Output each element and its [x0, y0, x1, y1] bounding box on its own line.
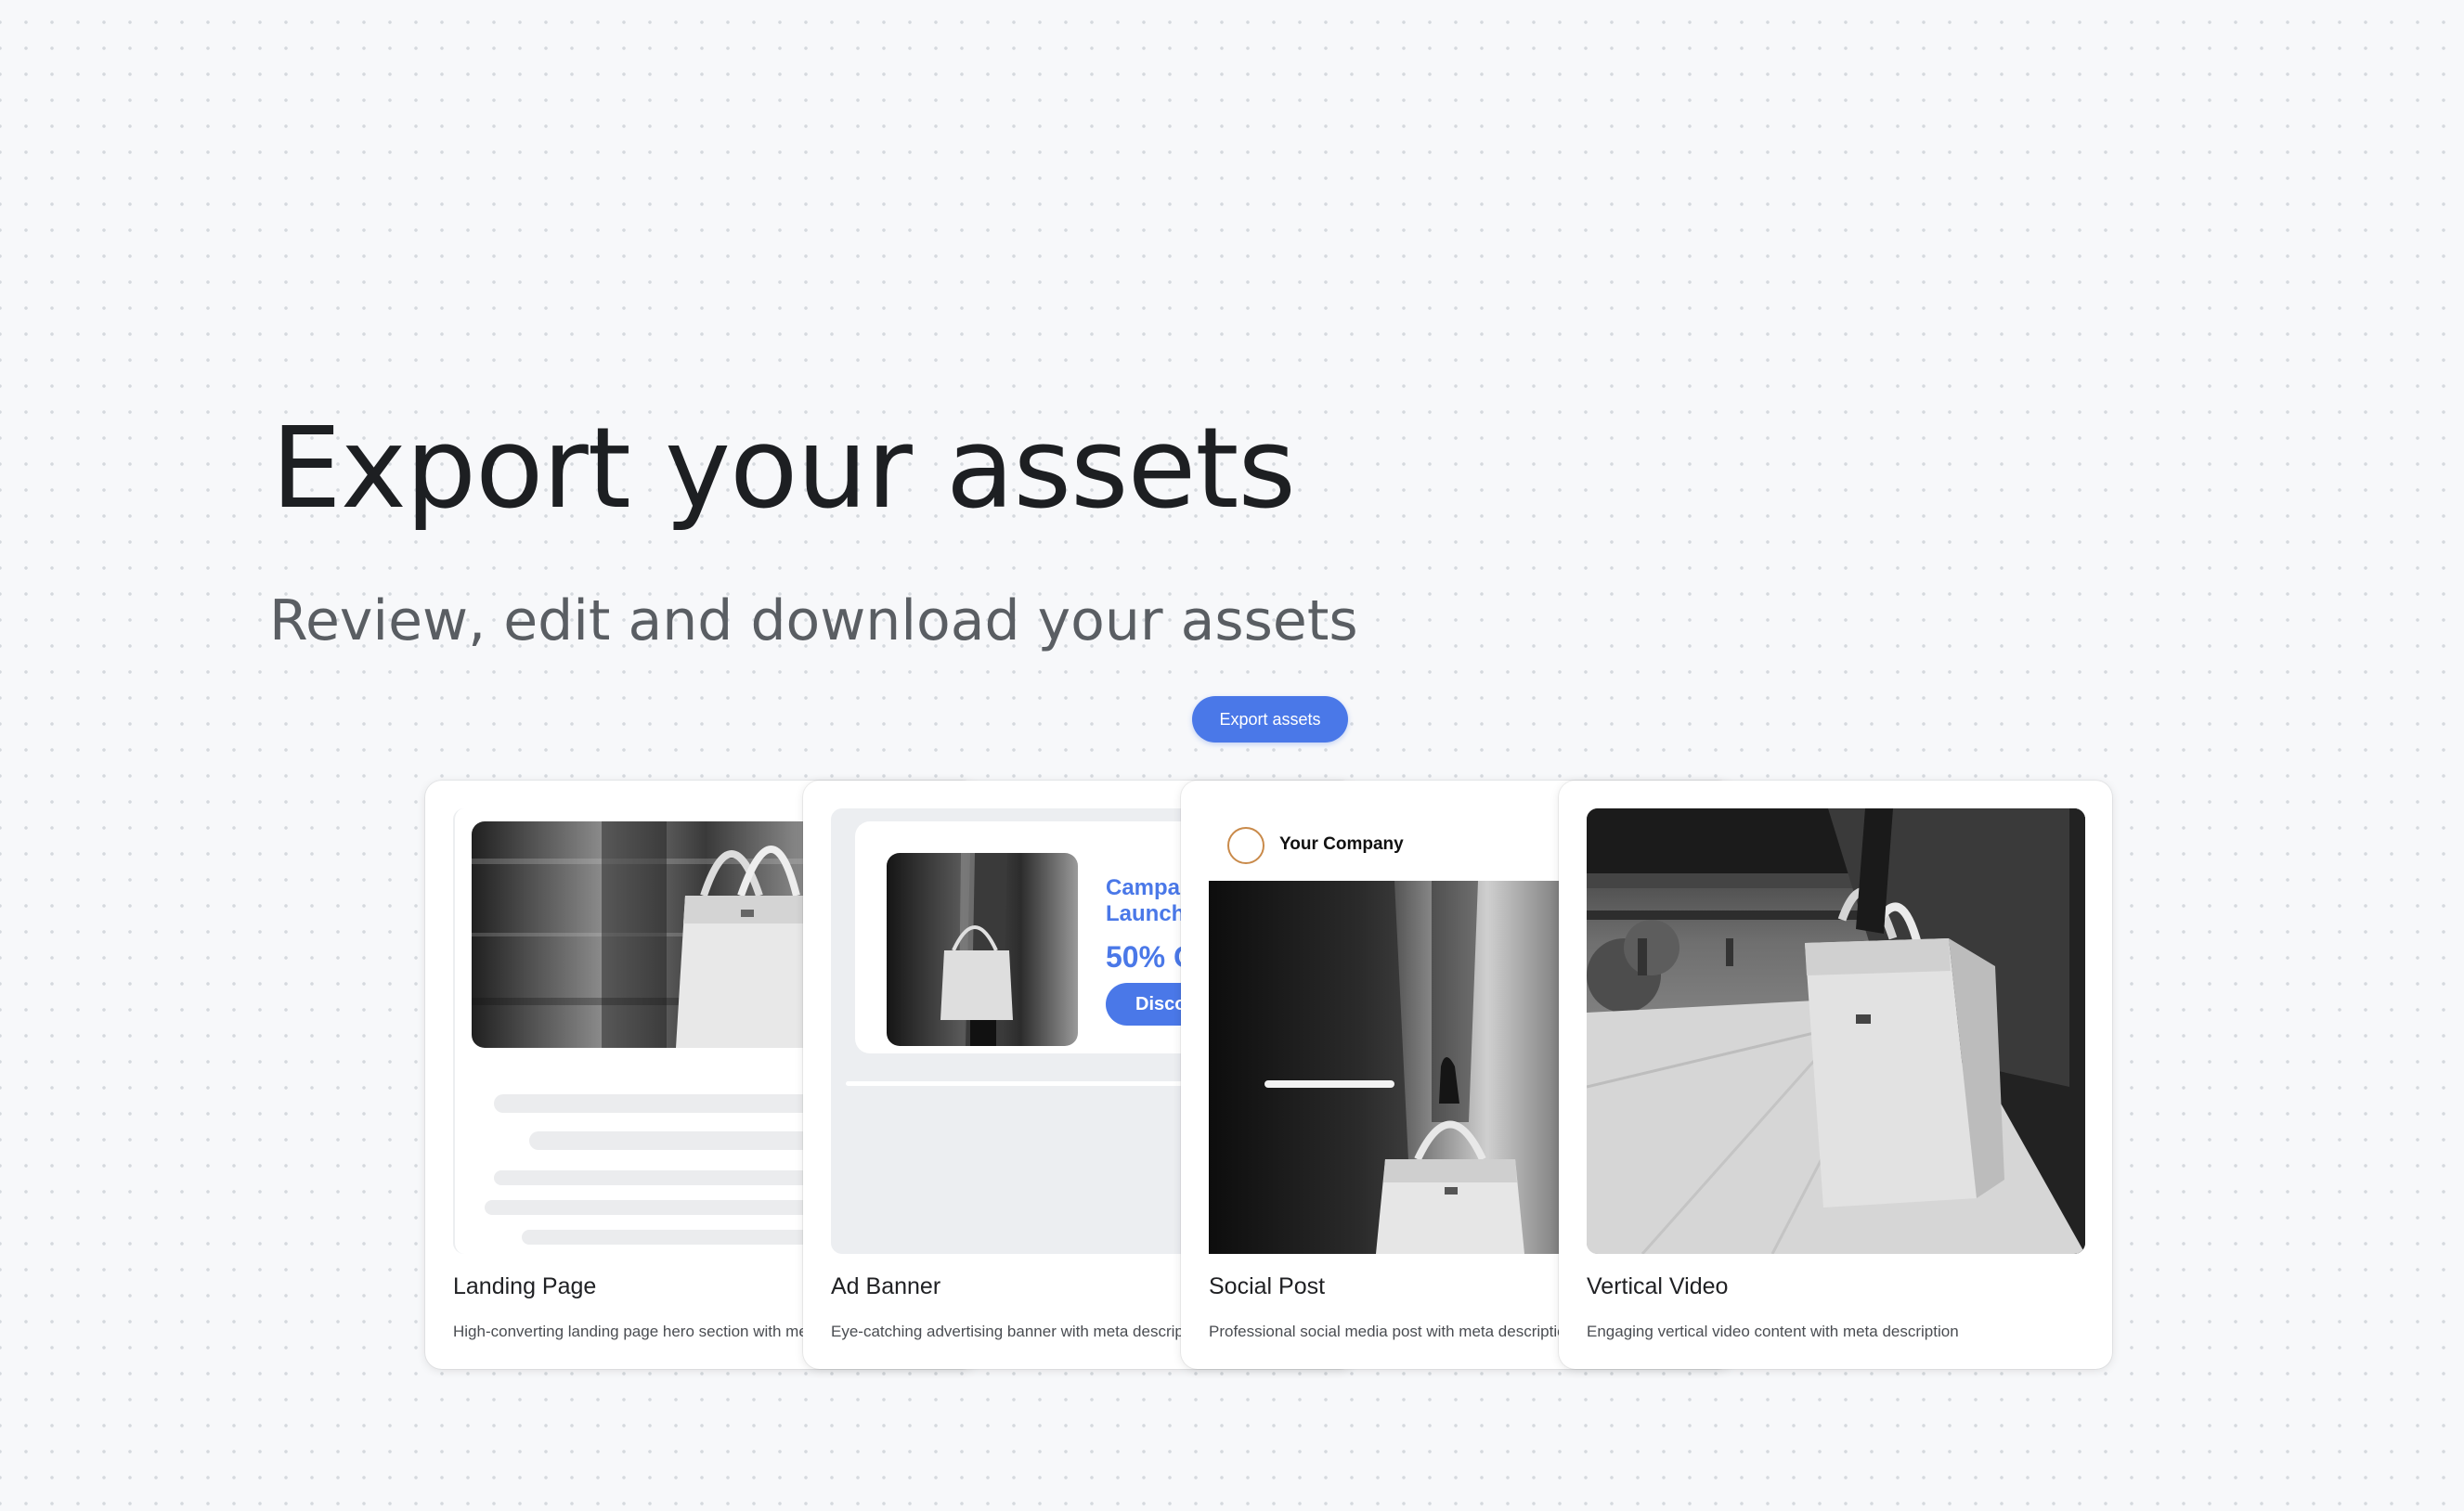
card-title: Vertical Video — [1587, 1273, 1729, 1299]
asset-card-vertical-video[interactable]: Vertical Video Engaging vertical video c… — [1559, 781, 2112, 1369]
company-name: Your Company — [1279, 834, 1404, 854]
page-title: Export your assets — [271, 405, 1296, 534]
card-description: Engaging vertical video content with met… — [1587, 1323, 1959, 1340]
card-title: Landing Page — [453, 1273, 597, 1299]
card-description: Professional social media post with meta… — [1209, 1323, 1576, 1340]
handbag-photo-icon — [1587, 808, 2085, 1254]
card-description: Eye-catching advertising banner with met… — [831, 1323, 1210, 1340]
avatar — [1227, 827, 1264, 864]
card-title: Ad Banner — [831, 1273, 941, 1299]
card-title: Social Post — [1209, 1273, 1326, 1299]
vertical-video-preview[interactable] — [1587, 808, 2085, 1254]
page-subtitle: Review, edit and download your assets — [269, 588, 1358, 653]
handbag-photo-icon — [887, 853, 1078, 1046]
ad-banner-image — [887, 853, 1078, 1046]
export-assets-button[interactable]: Export assets — [1192, 696, 1348, 743]
